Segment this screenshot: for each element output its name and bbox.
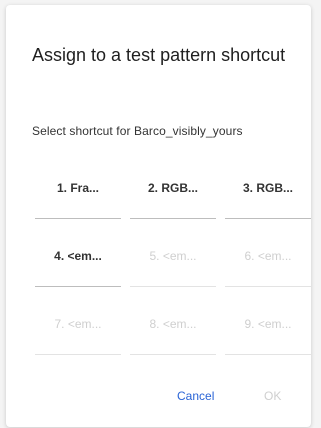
shortcut-6-button: 6. <em... xyxy=(225,229,311,287)
ok-button: OK xyxy=(264,389,282,403)
shortcut-9-button: 9. <em... xyxy=(225,297,311,355)
cancel-button[interactable]: Cancel xyxy=(177,389,214,403)
shortcut-2-button[interactable]: 2. RGB... xyxy=(130,161,216,219)
shortcut-8-button: 8. <em... xyxy=(130,297,216,355)
shortcut-5-label: 5. <em... xyxy=(149,248,197,263)
shortcut-3-button[interactable]: 3. RGB... xyxy=(225,161,311,219)
shortcut-3-label: 3. RGB... xyxy=(242,180,293,195)
shortcut-4-button[interactable]: 4. <em... xyxy=(35,229,121,287)
assign-shortcut-dialog: Assign to a test pattern shortcut Select… xyxy=(6,5,311,427)
shortcut-grid: 1. Fra... 2. RGB... 3. RGB... 4. <em... … xyxy=(35,161,311,365)
shortcut-7-label: 7. <em... xyxy=(54,316,102,331)
shortcut-9-label: 9. <em... xyxy=(244,316,292,331)
shortcut-4-label: 4. <em... xyxy=(54,248,102,263)
shortcut-1-label: 1. Fra... xyxy=(56,180,100,195)
dialog-subtitle: Select shortcut for Barco_visibly_yours xyxy=(32,124,243,138)
shortcut-6-label: 6. <em... xyxy=(244,248,292,263)
shortcut-7-button: 7. <em... xyxy=(35,297,121,355)
shortcut-8-label: 8. <em... xyxy=(149,316,197,331)
dialog-title: Assign to a test pattern shortcut xyxy=(32,45,286,65)
shortcut-1-button[interactable]: 1. Fra... xyxy=(35,161,121,219)
dialog-actions: Cancel OK xyxy=(6,389,311,409)
shortcut-5-button: 5. <em... xyxy=(130,229,216,287)
shortcut-2-label: 2. RGB... xyxy=(147,180,198,195)
